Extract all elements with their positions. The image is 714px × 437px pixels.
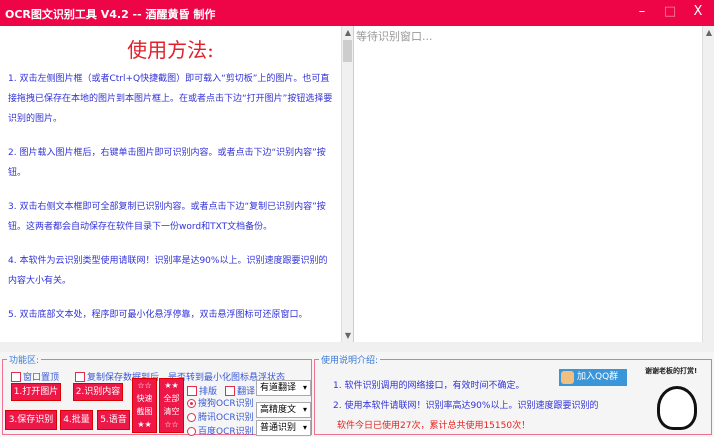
result-textbox[interactable]: 等待识别窗口... ▲ xyxy=(353,26,714,342)
mode-select[interactable]: 普通识别 ▾ xyxy=(256,420,311,436)
quick-capture-button[interactable]: ☆☆ 快速截图 ★★ xyxy=(132,378,157,433)
result-placeholder: 等待识别窗口... xyxy=(356,30,433,43)
qq-group-icon xyxy=(561,371,574,384)
left-scrollbar[interactable]: ▲ ▼ xyxy=(341,26,353,342)
always-on-top-checkbox[interactable] xyxy=(11,371,21,382)
recognize-button[interactable]: 2.识别内容 xyxy=(73,383,123,401)
about-area: 使用说明介绍: 1. 软件识别调用的网络接口，有效时间不确定。 2. 使用本软件… xyxy=(314,353,712,435)
radio-icon xyxy=(187,413,196,422)
clear-all-label: 清空 xyxy=(163,407,180,416)
instruction-step: 5. 双击底部文本处，程序即可最小化悬浮停靠，双击悬浮图标可还原窗口。 xyxy=(8,310,308,320)
engine-radio-tencent[interactable]: 腾讯OCR识别 xyxy=(187,410,254,423)
image-panel[interactable]: 使用方法: 1. 双击左侧图片框（或者Ctrl+Q快捷截图）即可载入“剪切板”上… xyxy=(0,26,341,342)
right-scrollbar[interactable]: ▲ xyxy=(702,26,714,342)
radio-icon xyxy=(187,427,196,436)
about-legend: 使用说明介绍: xyxy=(319,353,381,366)
horizontal-scrollbar[interactable] xyxy=(0,342,714,352)
translate-select[interactable]: 有道翻译 ▾ xyxy=(256,380,311,396)
minimize-after-copy-checkbox[interactable] xyxy=(75,371,85,382)
mode-select-value: 普通识别 xyxy=(260,423,297,433)
translate-select-value: 有道翻译 xyxy=(260,383,297,393)
minimize-button[interactable]: – xyxy=(632,4,652,19)
clear-all-button[interactable]: ★★ 全部清空 ☆☆ xyxy=(159,378,184,433)
chevron-down-icon: ▾ xyxy=(302,405,307,414)
chevron-down-icon: ▾ xyxy=(302,383,307,392)
usage-count: 软件今日已使用27次，累计总共使用15150次！ xyxy=(337,421,531,431)
instruction-step: 1. 双击左侧图片框（或者Ctrl+Q快捷截图）即可载入“剪切板”上的图片。也可… xyxy=(8,74,333,124)
star-icon: ★★ xyxy=(164,381,179,390)
chevron-down-icon: ▾ xyxy=(302,423,307,432)
maximize-button[interactable]: □ xyxy=(660,4,680,19)
precision-select[interactable]: 高精度文 ▾ xyxy=(256,402,311,418)
about-line-1: 1. 软件识别调用的网络接口，有效时间不确定。 xyxy=(333,381,525,391)
clear-all-label: 全部 xyxy=(163,394,180,403)
quick-capture-label: 快速 xyxy=(136,394,153,403)
star-icon: ☆☆ xyxy=(164,420,179,429)
save-button[interactable]: 3.保存识别 xyxy=(5,410,57,430)
always-on-top-label: 窗口置顶 xyxy=(23,373,60,383)
scroll-up-icon[interactable]: ▲ xyxy=(703,28,714,37)
join-qq-group-button[interactable]: 加入QQ群 xyxy=(559,369,627,386)
precision-select-value: 高精度文 xyxy=(260,405,297,415)
quick-capture-label: 截图 xyxy=(136,407,153,416)
function-area: 功能区: 窗口置顶 复制保存数据到后，是否转到最小化图标悬浮状态 1.打开图片 … xyxy=(2,353,312,437)
voice-button[interactable]: 5.语音 xyxy=(97,410,130,430)
batch-button[interactable]: 4.批量 xyxy=(60,410,93,430)
radio-icon xyxy=(187,399,196,408)
scroll-thumb[interactable] xyxy=(343,40,352,62)
instruction-step: 3. 双击右侧文本框即可全部复制已识别内容。或者点击下边“复制已识别内容”按钮。… xyxy=(8,202,326,232)
translate-checkbox[interactable] xyxy=(225,385,236,396)
instruction-step: 2. 图片载入图片框后，右键单击图片即可识别内容。或者点击下边“识别内容”按钮。 xyxy=(8,148,326,178)
engine-label: 搜狗OCR识别 xyxy=(198,399,254,409)
layout-checkbox[interactable] xyxy=(187,385,197,396)
engine-radio-baidu[interactable]: 百度OCR识别 xyxy=(187,424,254,437)
engine-radio-sogou[interactable]: 搜狗OCR识别 xyxy=(187,396,254,409)
open-image-button[interactable]: 1.打开图片 xyxy=(11,383,61,401)
title-bar: OCR图文识别工具 V4.2 -- 酒醒黄昏 制作 – □ X xyxy=(0,0,714,26)
function-legend: 功能区: xyxy=(7,353,42,366)
about-line-2: 2. 使用本软件请联网！识别率高达90%以上。识别速度跟要识别的大小有关。 xyxy=(333,401,598,411)
qq-button-label: 加入QQ群 xyxy=(577,372,619,382)
donate-face-image xyxy=(657,386,697,430)
donate-caption: 谢谢老板的打赏! xyxy=(645,367,698,375)
instruction-step: 4. 本软件为云识别类型使用请联网！识别率是达90%以上。识别速度跟要识别的内容… xyxy=(8,256,328,286)
star-icon: ☆☆ xyxy=(137,381,152,390)
instructions-heading: 使用方法: xyxy=(127,38,214,62)
window-title: OCR图文识别工具 V4.2 -- 酒醒黄昏 制作 xyxy=(5,8,216,21)
star-icon: ★★ xyxy=(137,420,152,429)
engine-label: 腾讯OCR识别 xyxy=(198,413,254,423)
close-button[interactable]: X xyxy=(688,4,708,19)
